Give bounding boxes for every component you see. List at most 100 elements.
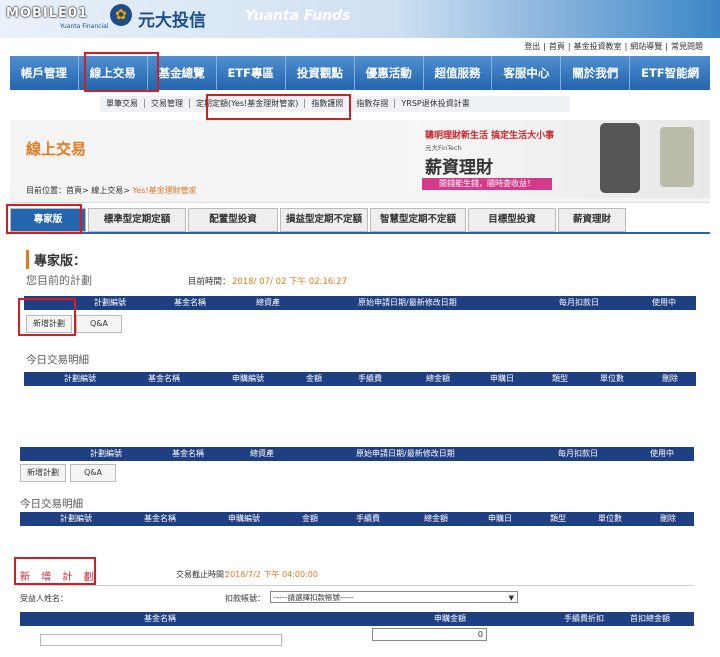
col-plan-id: 計劃編號 xyxy=(90,449,122,458)
banner-title: 薪資理財 xyxy=(425,158,493,178)
col-apply-date: 原始申請日期/最新修改日期 xyxy=(356,449,455,458)
col-total-assets: 總資產 xyxy=(256,298,280,307)
col-debit-day: 每月扣款日 xyxy=(558,449,598,458)
nav-customer-service[interactable]: 客服中心 xyxy=(492,56,562,90)
highlight-new-plan xyxy=(14,557,96,585)
col-units: 單位數 xyxy=(598,514,622,523)
banner-phone-image xyxy=(600,123,640,193)
col-fund-name: 基金名稱 xyxy=(148,374,180,383)
col-amount: 金額 xyxy=(306,374,322,383)
subnav-manage[interactable]: 交易管理 xyxy=(145,99,190,108)
col-in-use: 使用中 xyxy=(652,298,676,307)
today-detail-title: 今日交易明細 xyxy=(26,354,89,366)
subnav-single[interactable]: 單筆交易 xyxy=(100,99,145,108)
account-select-value: -----請選擇扣款帳號----- xyxy=(274,593,354,602)
col-plan-id: 計劃編號 xyxy=(60,514,92,523)
breadcrumb-current: Yes!基金理財管家 xyxy=(132,186,197,195)
today-detail-title-2: 今日交易明細 xyxy=(20,498,83,510)
site-header xyxy=(0,0,720,38)
subnav-yrsp[interactable]: YRSP退休投資計畫 xyxy=(395,99,475,108)
cutoff-value: 2018/7/2 下午 04:00:00 xyxy=(225,570,318,579)
purchase-amount-input[interactable]: 0 xyxy=(372,628,487,641)
link-home[interactable]: 首頁 xyxy=(546,42,568,51)
account-select[interactable]: -----請選擇扣款帳號----- ▼ xyxy=(270,591,518,603)
nav-insights[interactable]: 投資觀點 xyxy=(286,56,355,90)
add-plan-button-2[interactable]: 新增計劃 xyxy=(20,464,66,482)
col-purchase-date: 申購日 xyxy=(490,374,514,383)
plan-table-header: 計劃編號 基金名稱 總資產 原始申請日期/最新修改日期 每月扣款日 使用中 xyxy=(24,296,696,310)
qa-button-2[interactable]: Q&A xyxy=(70,464,116,482)
subnav-index-passbook[interactable]: 指數存摺 xyxy=(350,99,396,108)
link-logout[interactable]: 登出 xyxy=(521,42,543,51)
col-purchase-id: 申購編號 xyxy=(228,514,260,523)
banner-cta[interactable]: 閒錢能生錢，隨時查收益！ xyxy=(422,178,552,190)
col-purchase-id: 申購編號 xyxy=(232,374,264,383)
nav-services[interactable]: 超值服務 xyxy=(424,56,493,90)
col-delete: 刪除 xyxy=(660,514,676,523)
cutoff-label: 交易截止時間： xyxy=(176,570,232,579)
page-title: 線上交易 xyxy=(26,140,87,158)
tab-target[interactable]: 目標型投資 xyxy=(468,208,556,232)
link-faq[interactable]: 常見問題 xyxy=(668,42,706,51)
link-sitemap[interactable]: 網站導覽 xyxy=(627,42,665,51)
col-purchase-date: 申購日 xyxy=(488,514,512,523)
col-amount: 金額 xyxy=(302,514,318,523)
pro-heading: 專家版： xyxy=(26,250,86,269)
chevron-down-icon: ▼ xyxy=(508,594,514,602)
tab-profit-loss[interactable]: 損益型定期不定額 xyxy=(280,208,368,232)
highlight-add-plan xyxy=(18,298,76,336)
col-delete: 刪除 xyxy=(662,374,678,383)
today-table-header-2: 計劃編號 基金名稱 申購編號 金額 手續費 總金額 申購日 類型 單位數 刪除 xyxy=(20,512,694,526)
nav-etf[interactable]: ETF專區 xyxy=(217,56,286,90)
col-type: 類型 xyxy=(550,514,566,523)
col-fee-discount: 手續費折扣 xyxy=(564,614,604,623)
col-units: 單位數 xyxy=(600,374,624,383)
brand-name-en: Yuanta Funds xyxy=(245,8,351,24)
plan-tabs: 專家版 標準型定期定額 配置型投資 損益型定期不定額 智慧型定期不定額 目標型投… xyxy=(10,208,710,232)
qa-button[interactable]: Q&A xyxy=(76,315,122,333)
new-plan-table-header: 基金名稱 申購金額 手續費折扣 首扣總金額 xyxy=(20,612,694,626)
current-time-value: 2018/ 07/ 02 下午 02:16:27 xyxy=(232,277,347,287)
company-subtitle: Yuanta Financial xyxy=(60,23,109,30)
banner-phone-image-2 xyxy=(660,127,694,187)
plan-table-header-2: 計劃編號 基金名稱 總資產 原始申請日期/最新修改日期 每月扣款日 使用中 xyxy=(20,447,694,461)
current-plan-title: 您目前的計劃 xyxy=(26,274,92,287)
highlight-pro-tab xyxy=(6,204,82,234)
brand-name-cn[interactable]: 元大投信 xyxy=(138,6,206,31)
col-purchase-amount: 申購金額 xyxy=(434,614,466,623)
top-links: 登出 | 首頁 | 基金投資教室 | 網站導覽 | 常見問題 xyxy=(0,41,706,52)
link-fund-classroom[interactable]: 基金投資教室 xyxy=(571,42,625,51)
tab-standard[interactable]: 標準型定期定額 xyxy=(88,208,186,232)
col-plan-id: 計劃編號 xyxy=(64,374,96,383)
highlight-online-trading xyxy=(84,52,159,92)
nav-promotions[interactable]: 優惠活動 xyxy=(355,56,424,90)
col-total-assets: 總資產 xyxy=(250,449,274,458)
divider xyxy=(18,585,694,586)
col-total: 總金額 xyxy=(426,374,450,383)
col-fee: 手續費 xyxy=(358,374,382,383)
col-type: 類型 xyxy=(552,374,568,383)
col-fee: 手續費 xyxy=(356,514,380,523)
account-label: 扣款帳號： xyxy=(225,594,265,603)
breadcrumb: 目前位置：首頁> 線上交易> Yes!基金理財管家 xyxy=(26,185,197,196)
nav-about[interactable]: 關於我們 xyxy=(561,56,631,90)
today-table-header: 計劃編號 基金名稱 申購編號 金額 手續費 總金額 申購日 類型 單位數 刪除 xyxy=(24,372,696,386)
nav-etf-smart[interactable]: ETF智能網 xyxy=(630,56,710,90)
col-debit-day: 每月扣款日 xyxy=(559,298,599,307)
yuanta-logo-icon[interactable]: ✿ xyxy=(110,4,132,26)
mobile01-watermark: MOBILE01 xyxy=(6,6,88,21)
tab-smart[interactable]: 智慧型定期不定額 xyxy=(370,208,466,232)
current-time-label: 目前時間： xyxy=(188,277,231,287)
col-in-use: 使用中 xyxy=(650,449,674,458)
banner-small: 元大FinTech xyxy=(425,144,462,152)
tab-allocation[interactable]: 配置型投資 xyxy=(188,208,278,232)
fund-name-input[interactable] xyxy=(40,634,282,646)
col-fund-name: 基金名稱 xyxy=(144,514,176,523)
breadcrumb-path: 目前位置：首頁> 線上交易> xyxy=(26,186,133,195)
col-total: 總金額 xyxy=(424,514,448,523)
tab-salary[interactable]: 薪資理財 xyxy=(558,208,626,232)
col-first-debit-total: 首扣總金額 xyxy=(630,614,670,623)
tab-underline xyxy=(10,232,710,234)
col-apply-date: 原始申請日期/最新修改日期 xyxy=(358,298,457,307)
nav-account[interactable]: 帳戶管理 xyxy=(10,56,79,90)
